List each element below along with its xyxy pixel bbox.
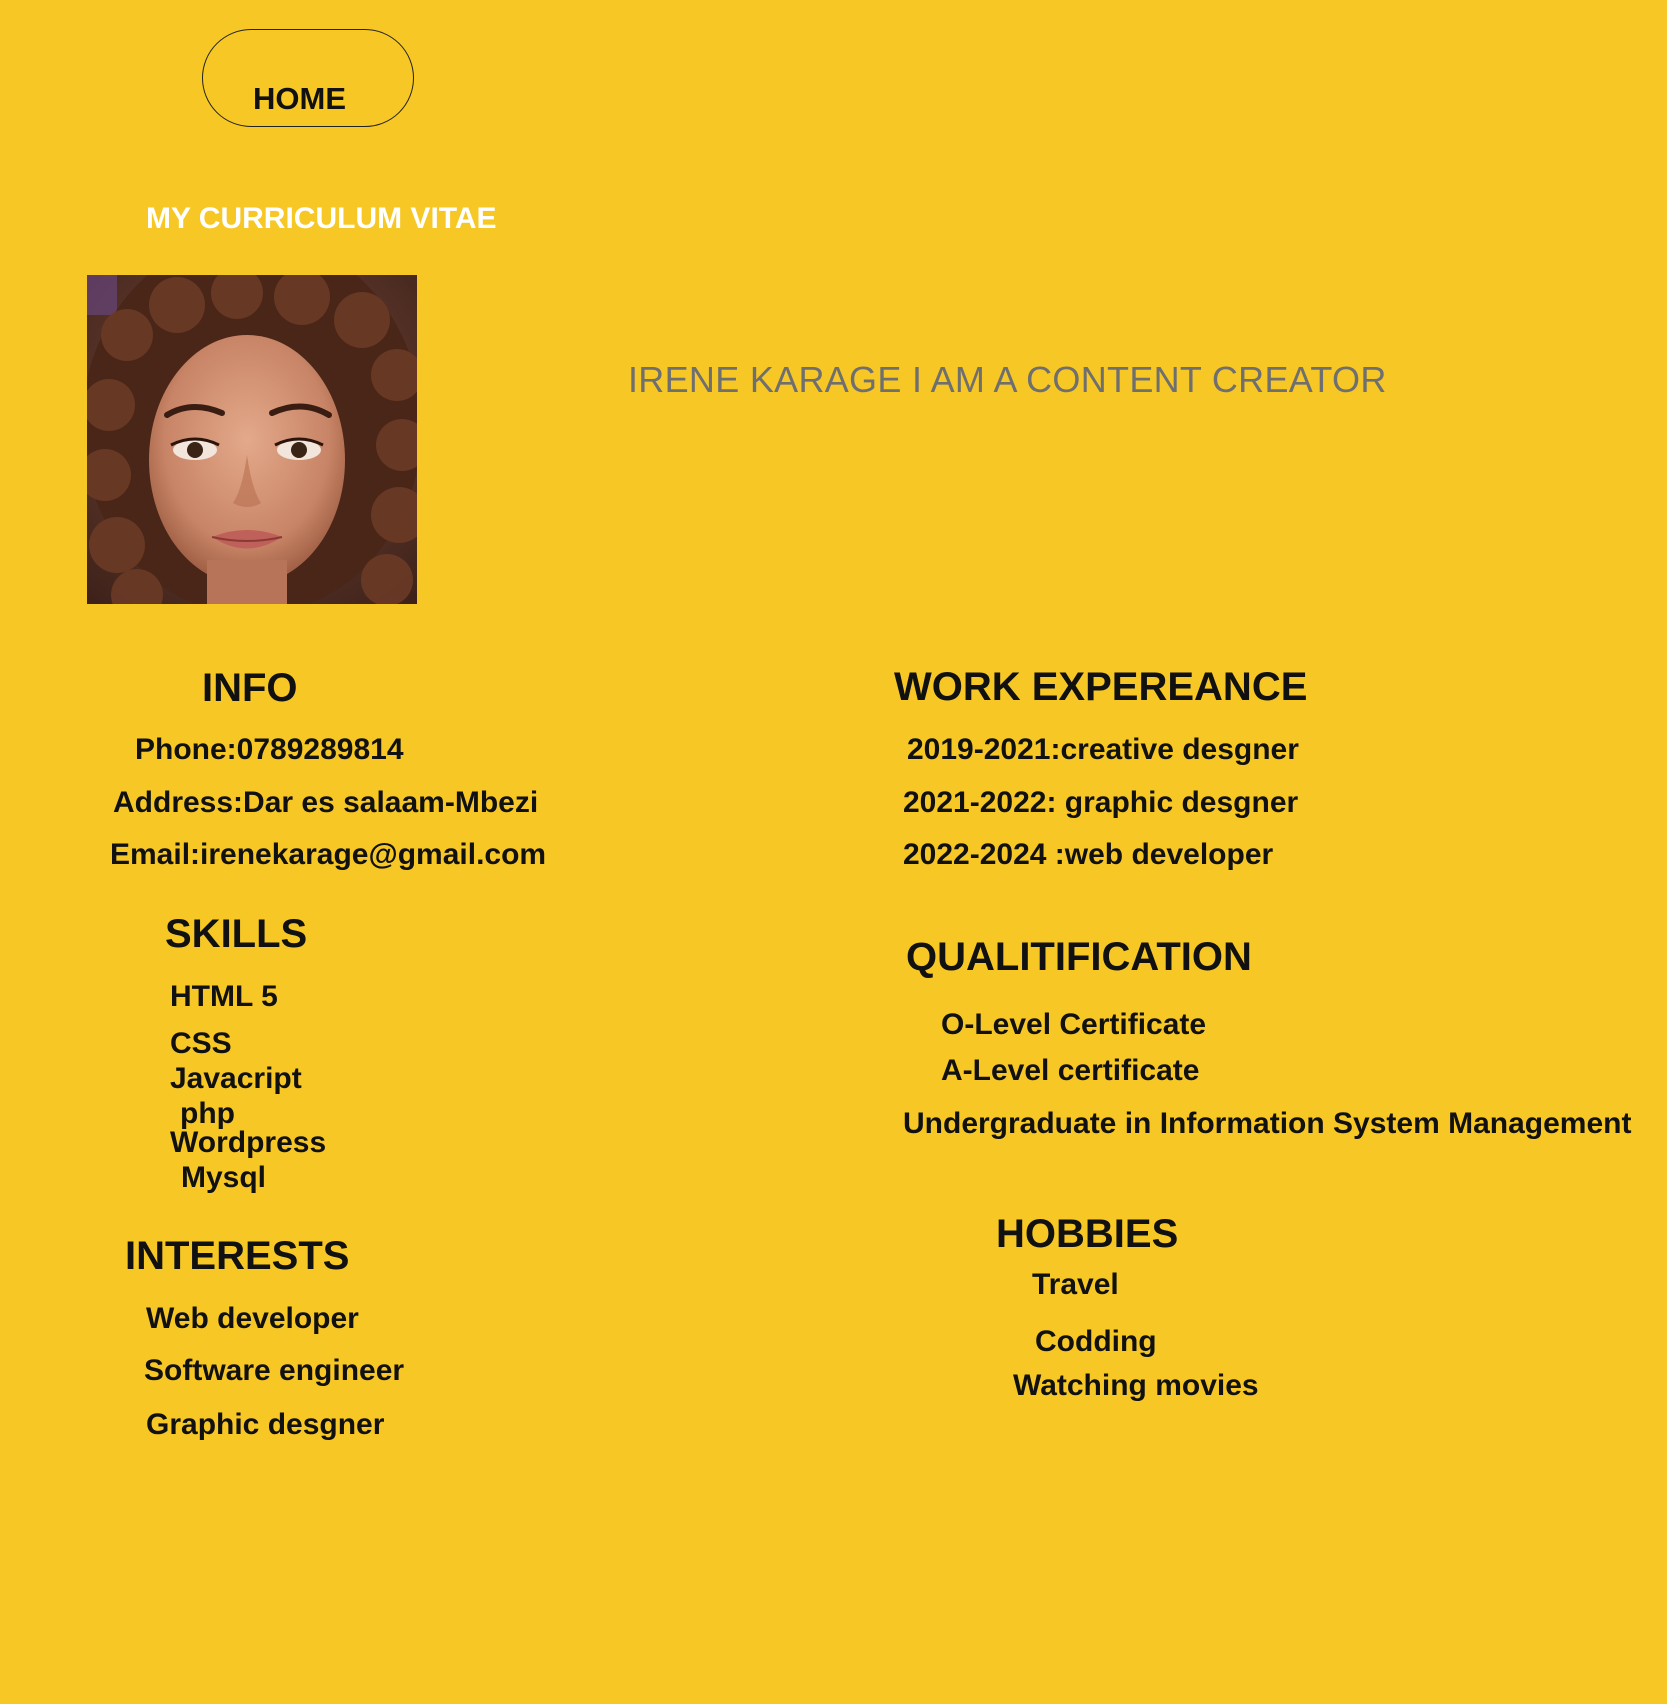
work-item: 2021-2022: graphic desgner (903, 786, 1299, 819)
hobby-item: Travel (1032, 1268, 1119, 1301)
work-item: 2022-2024 :web developer (903, 838, 1274, 871)
skill-item: CSS (170, 1027, 232, 1060)
interest-item: Graphic desgner (146, 1408, 385, 1441)
page-title: MY CURRICULUM VITAE (146, 202, 497, 235)
home-button[interactable]: HOME (202, 29, 414, 127)
qualification-heading: QUALITIFICATION (906, 935, 1252, 979)
skill-item: HTML 5 (170, 980, 278, 1013)
hobbies-heading: HOBBIES (996, 1212, 1179, 1256)
info-email: Email:irenekarage@gmail.com (110, 838, 547, 871)
skill-item: Wordpress (170, 1126, 327, 1159)
profile-photo (87, 275, 417, 604)
skill-item: Mysql (181, 1161, 267, 1194)
work-heading: WORK EXPEREANCE (894, 665, 1308, 709)
tagline: IRENE KARAGE I AM A CONTENT CREATOR (628, 359, 1387, 400)
info-heading: INFO (202, 666, 298, 710)
hobby-item: Codding (1035, 1325, 1157, 1358)
home-button-label: HOME (253, 81, 346, 116)
skill-item: Javacript (170, 1062, 302, 1095)
interest-item: Software engineer (144, 1354, 405, 1387)
info-phone: Phone:0789289814 (135, 733, 404, 766)
qualification-item: A-Level certificate (941, 1054, 1200, 1087)
work-item: 2019-2021:creative desgner (907, 733, 1299, 766)
person-portrait-icon (87, 275, 417, 604)
hobby-item: Watching movies (1013, 1369, 1259, 1402)
interest-item: Web developer (146, 1302, 359, 1335)
interests-heading: INTERESTS (125, 1234, 350, 1278)
qualification-item: O-Level Certificate (941, 1008, 1207, 1041)
skills-heading: SKILLS (165, 912, 308, 956)
info-address: Address:Dar es salaam-Mbezi (113, 786, 539, 819)
qualification-item: Undergraduate in Information System Mana… (903, 1107, 1632, 1140)
